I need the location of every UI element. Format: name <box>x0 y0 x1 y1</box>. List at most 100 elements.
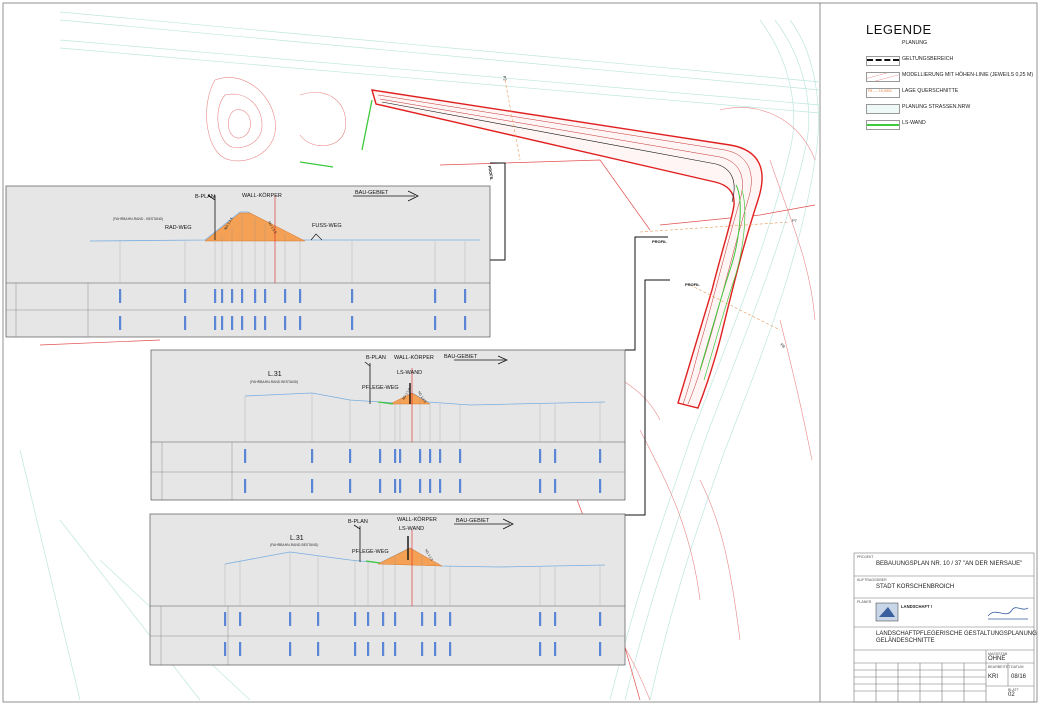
measurement-tick <box>231 316 234 330</box>
measurement-tick <box>214 289 217 303</box>
legend-item-geltungsbereich: GELTUNGSBEREICH <box>852 54 1032 68</box>
s1-fahrbahn: (FAHRBAHN-RAND - BESTAND) <box>113 217 163 221</box>
measurement-tick <box>421 612 424 626</box>
s3-fahrbahn: (FAHRBAHN-RAND-BESTAND) <box>270 543 318 547</box>
measurement-tick <box>429 449 432 463</box>
measurement-tick <box>539 612 542 626</box>
measurement-tick <box>394 612 397 626</box>
legend-item-lswand: LS-WAND <box>852 118 1032 132</box>
measurement-tick <box>244 449 247 463</box>
measurement-tick <box>221 289 224 303</box>
measurement-tick <box>289 642 292 656</box>
measurement-tick <box>379 449 382 463</box>
measurement-tick <box>351 316 354 330</box>
legend-item-modellierung: MODELLIERUNG MIT HÖHEN-LINIE (JEWEILS 0,… <box>852 70 1033 84</box>
measurement-tick <box>284 289 287 303</box>
tb-drawing-title-2: GELÄNDESCHNITTE <box>876 638 935 644</box>
measurement-tick <box>311 479 314 493</box>
cross-section-1: B-PLAN WALL-KÖRPER BAU-GEBIET RAD-WEG FU… <box>5 185 491 338</box>
measurement-tick <box>184 289 187 303</box>
tb-date: 08/16 <box>1011 674 1027 680</box>
measurement-tick <box>539 479 542 493</box>
marker-p7: P7 <box>792 218 798 223</box>
profile-tag-labels: PROFIL PROFIL PROFIL <box>487 165 700 287</box>
measurement-tick <box>599 479 602 493</box>
measurement-tick <box>264 289 267 303</box>
measurement-tick <box>367 612 370 626</box>
measurement-tick <box>221 316 224 330</box>
legend-label: LAGE QUERSCHNITTE <box>902 88 959 94</box>
tb-client-label: AUFTRAGGEBER <box>857 578 887 582</box>
strassen-swatch <box>866 104 900 114</box>
measurement-tick <box>464 289 467 303</box>
legend-title: LEGENDE <box>866 22 932 37</box>
measurement-tick <box>241 289 244 303</box>
measurement-tick <box>459 449 462 463</box>
measurement-tick <box>394 479 397 493</box>
s2-bau: BAU-GEBIET <box>444 354 478 360</box>
measurement-tick <box>459 479 462 493</box>
measurement-tick <box>439 479 442 493</box>
measurement-tick <box>382 612 385 626</box>
measurement-tick <box>299 289 302 303</box>
tb-sheet: 02 <box>1008 692 1015 698</box>
planner-signature-logo <box>987 607 1029 620</box>
measurement-tick <box>399 449 402 463</box>
s1-wall: WALL-KÖRPER <box>242 192 282 199</box>
measurement-tick <box>119 316 122 330</box>
measurement-tick <box>434 612 437 626</box>
measurement-tick <box>554 642 557 656</box>
measurement-tick <box>239 642 242 656</box>
cross-section-3: B-PLAN WALL-KÖRPER BAU-GEBIET LS-WAND PF… <box>149 513 626 666</box>
measurement-tick <box>317 612 320 626</box>
measurement-tick <box>119 289 122 303</box>
s3-road: L.31 <box>290 535 304 542</box>
measurement-tick <box>439 449 442 463</box>
s2-wall: WALL-KÖRPER <box>394 354 434 361</box>
measurement-tick <box>317 642 320 656</box>
measurement-tick <box>224 642 227 656</box>
modellierung-swatch <box>866 72 900 82</box>
measurement-tick <box>351 289 354 303</box>
measurement-tick <box>539 449 542 463</box>
measurement-tick <box>399 479 402 493</box>
s2-lswand: LS-WAND <box>397 370 422 376</box>
s3-bau: BAU-GEBIET <box>456 518 490 524</box>
legend-planung: PLANUNG <box>902 40 928 46</box>
measurement-tick <box>184 316 187 330</box>
s3-wall: WALL-KÖRPER <box>397 516 437 523</box>
tb-date-label: DATUM <box>1011 665 1024 669</box>
measurement-tick <box>382 642 385 656</box>
tb-drawn: KRI <box>988 674 999 680</box>
measurement-tick <box>284 316 287 330</box>
tb-client: STADT KORSCHENBROICH <box>876 584 955 590</box>
s3-pflege: PFLEGE-WEG <box>352 549 389 555</box>
measurement-tick <box>599 642 602 656</box>
profile-marker-1: PROFIL <box>487 165 495 181</box>
measurement-tick <box>379 479 382 493</box>
firm-logo <box>875 602 899 622</box>
measurement-tick <box>354 642 357 656</box>
measurement-tick <box>554 449 557 463</box>
measurement-tick <box>419 449 422 463</box>
measurement-tick <box>224 612 227 626</box>
measurement-tick <box>429 479 432 493</box>
legend-heading: PLANUNG <box>852 38 1032 52</box>
querschnitte-swatch: P8 ---- 10,0000 <box>866 88 900 98</box>
measurement-tick <box>354 612 357 626</box>
measurement-tick <box>449 612 452 626</box>
tb-drawing-title-1: LANDSCHAFTPFLEGERISCHE GESTALTUNGSPLANUN… <box>876 631 1037 637</box>
measurement-tick <box>231 289 234 303</box>
s2-bplan: B-PLAN <box>366 355 386 361</box>
s1-bplan: B-PLAN <box>195 194 215 200</box>
measurement-tick <box>241 316 244 330</box>
measurement-tick <box>419 479 422 493</box>
measurement-tick <box>421 642 424 656</box>
measurement-tick <box>449 642 452 656</box>
measurement-tick <box>434 289 437 303</box>
measurement-tick <box>394 449 397 463</box>
measurement-tick <box>434 642 437 656</box>
tb-planer-label: PLANER <box>857 600 872 604</box>
legend-label: GELTUNGSBEREICH <box>902 56 954 62</box>
s2-fahrbahn: (FAHRBAHN-RAND BESTAND) <box>250 380 298 384</box>
